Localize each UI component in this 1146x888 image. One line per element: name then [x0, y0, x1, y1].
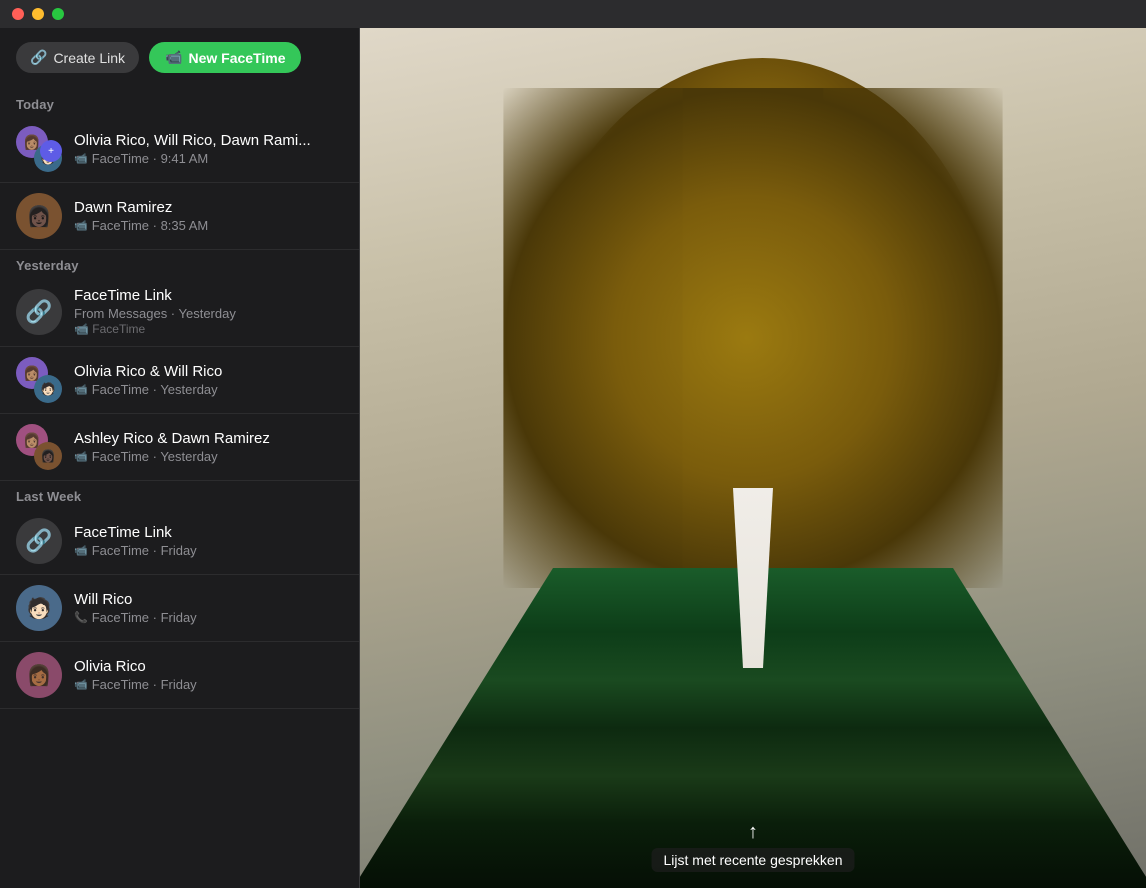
call-info: Will Rico 📞 FaceTime · Friday	[74, 591, 343, 625]
list-item[interactable]: 👩🏾 Olivia Rico 📹 FaceTime · Friday	[0, 642, 359, 709]
title-bar	[0, 0, 1146, 28]
avatar: 👩🏿	[16, 193, 62, 239]
call-meta: From Messages · Yesterday	[74, 306, 343, 321]
maximize-button[interactable]	[52, 8, 64, 20]
caller-name: Olivia Rico	[74, 658, 343, 675]
close-button[interactable]	[12, 8, 24, 20]
call-meta: 📹 FaceTime · 9:41 AM	[74, 151, 343, 166]
video-camera-icon: 📹	[165, 49, 182, 66]
video-icon: 📹	[74, 322, 89, 336]
video-icon: 📹	[74, 450, 88, 463]
new-facetime-button[interactable]: 📹 New FaceTime	[149, 42, 301, 73]
avatar: 👩🏿	[34, 442, 62, 470]
call-info: Olivia Rico 📹 FaceTime · Friday	[74, 658, 343, 692]
call-info: Dawn Ramirez 📹 FaceTime · 8:35 AM	[74, 199, 343, 233]
caller-name: Olivia Rico & Will Rico	[74, 363, 343, 380]
list-item[interactable]: 👩🏽 🧑🏻 + Olivia Rico, Will Rico, Dawn Ram…	[0, 116, 359, 183]
avatar-group: 👩🏽 🧑🏻 +	[16, 126, 62, 172]
list-item[interactable]: 👩🏿 Dawn Ramirez 📹 FaceTime · 8:35 AM	[0, 183, 359, 250]
video-icon: 📹	[74, 678, 88, 691]
list-item[interactable]: 👩🏽 🧑🏻 Olivia Rico & Will Rico 📹 FaceTime…	[0, 347, 359, 414]
avatar-container: 👩🏿	[16, 193, 62, 239]
list-item[interactable]: 🔗 FaceTime Link From Messages · Yesterda…	[0, 277, 359, 347]
video-icon: 📹	[74, 383, 88, 396]
avatar: +	[40, 140, 62, 162]
list-item[interactable]: 🧑🏻 Will Rico 📞 FaceTime · Friday	[0, 575, 359, 642]
call-info: Ashley Rico & Dawn Ramirez 📹 FaceTime · …	[74, 430, 343, 464]
create-link-button[interactable]: 🔗 Create Link	[16, 42, 139, 73]
call-meta: 📹 FaceTime · Friday	[74, 677, 343, 692]
avatar: 👩🏾	[16, 652, 62, 698]
caller-name: Will Rico	[74, 591, 343, 608]
minimize-button[interactable]	[32, 8, 44, 20]
create-link-label: Create Link	[53, 50, 125, 66]
caption-arrow: ↑	[748, 821, 758, 844]
caller-name: Olivia Rico, Will Rico, Dawn Rami...	[74, 132, 343, 149]
call-meta: 📹 FaceTime · 8:35 AM	[74, 218, 343, 233]
avatar-container: 🧑🏻	[16, 585, 62, 631]
call-meta: 📞 FaceTime · Friday	[74, 610, 343, 625]
sidebar: 🔗 Create Link 📹 New FaceTime Today 👩🏽 🧑🏻…	[0, 28, 360, 888]
avatar-group: 👩🏽 🧑🏻	[16, 357, 62, 403]
section-today: Today	[0, 89, 359, 116]
caller-name: Ashley Rico & Dawn Ramirez	[74, 430, 343, 447]
section-yesterday: Yesterday	[0, 250, 359, 277]
avatar-container: 👩🏾	[16, 652, 62, 698]
call-meta: 📹 FaceTime · Friday	[74, 543, 343, 558]
call-info: FaceTime Link 📹 FaceTime · Friday	[74, 524, 343, 558]
call-info: Olivia Rico, Will Rico, Dawn Rami... 📹 F…	[74, 132, 343, 166]
list-item[interactable]: 🔗 FaceTime Link 📹 FaceTime · Friday	[0, 508, 359, 575]
caption-area: ↑ Lijst met recente gesprekken	[652, 821, 855, 872]
call-meta: 📹 FaceTime · Yesterday	[74, 382, 343, 397]
list-item[interactable]: 👩🏽 👩🏿 Ashley Rico & Dawn Ramirez 📹 FaceT…	[0, 414, 359, 481]
call-info: Olivia Rico & Will Rico 📹 FaceTime · Yes…	[74, 363, 343, 397]
video-icon: 📹	[74, 219, 88, 232]
hair-right	[683, 88, 1003, 588]
avatar-group: 👩🏽 👩🏿	[16, 424, 62, 470]
call-meta-sub: 📹 FaceTime	[74, 322, 343, 336]
section-last-week: Last Week	[0, 481, 359, 508]
phone-icon: 📞	[74, 611, 88, 624]
avatar: 🧑🏻	[16, 585, 62, 631]
caller-name: FaceTime Link	[74, 287, 343, 304]
call-info: FaceTime Link From Messages · Yesterday …	[74, 287, 343, 336]
app-body: 🔗 Create Link 📹 New FaceTime Today 👩🏽 🧑🏻…	[0, 28, 1146, 888]
avatar-link: 🔗	[16, 518, 62, 564]
video-icon: 📹	[74, 152, 88, 165]
new-facetime-label: New FaceTime	[188, 50, 285, 66]
sidebar-buttons: 🔗 Create Link 📹 New FaceTime	[0, 28, 359, 89]
avatar-link: 🔗	[16, 289, 62, 335]
caller-name: FaceTime Link	[74, 524, 343, 541]
video-icon: 📹	[74, 544, 88, 557]
camera-view: ↑ Lijst met recente gesprekken	[360, 28, 1146, 888]
caption-text: Lijst met recente gesprekken	[652, 848, 855, 872]
link-icon: 🔗	[30, 49, 47, 66]
avatar: 🧑🏻	[34, 375, 62, 403]
call-meta: 📹 FaceTime · Yesterday	[74, 449, 343, 464]
caller-name: Dawn Ramirez	[74, 199, 343, 216]
